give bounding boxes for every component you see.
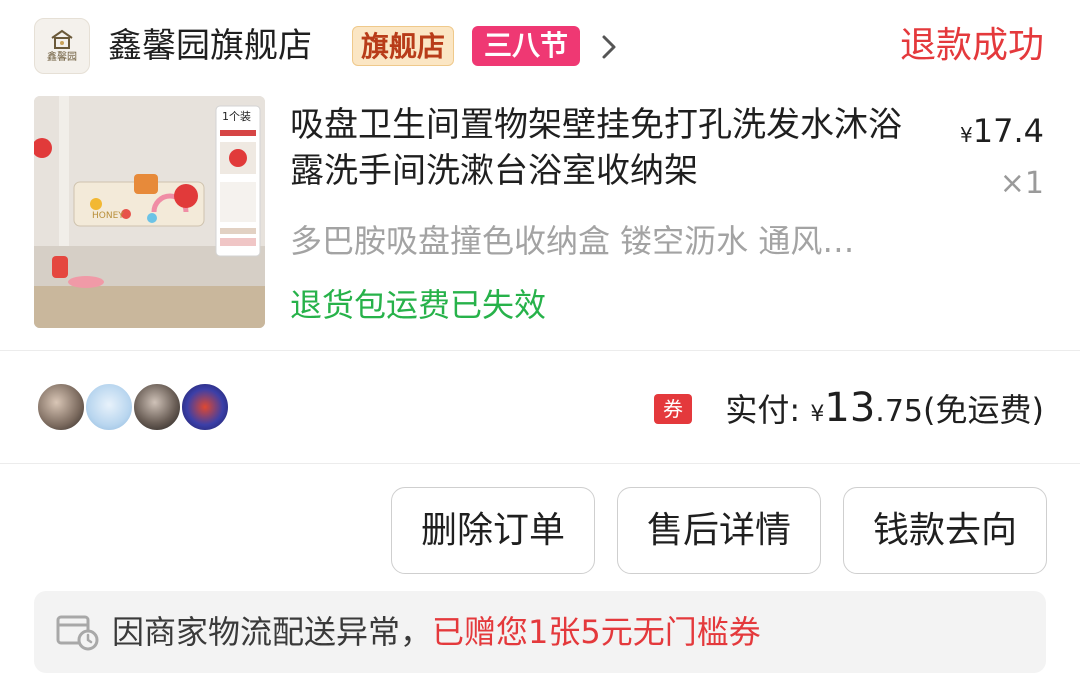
event-badge: 三八节 [472, 26, 581, 66]
return-shipping-note: 退货包运费已失效 [290, 286, 547, 324]
store-name[interactable]: 鑫馨园旗舰店 [108, 22, 312, 70]
product-photo: 1个装 HONEY [34, 96, 265, 328]
delete-order-button[interactable]: 删除订单 [391, 487, 595, 574]
avatar[interactable] [84, 382, 134, 432]
product-count-label: 1个装 [222, 110, 251, 123]
delivery-truck-clock-icon [56, 615, 99, 651]
price-value: 17.4 [972, 112, 1044, 150]
avatar[interactable] [132, 382, 182, 432]
avatar[interactable] [36, 382, 86, 432]
paid-amount: 实付: ¥13.75(免运费) [725, 384, 1044, 439]
coupon-icon: 券 [654, 394, 692, 424]
notice-reason: 因商家物流配送异常， [112, 613, 433, 651]
money-flow-button[interactable]: 钱款去向 [843, 487, 1047, 574]
product-spec: 多巴胺吸盘撞色收纳盒 镂空沥水 通风… [290, 222, 855, 260]
product-quantity: ×1 [999, 166, 1044, 201]
store-logo-text: 鑫馨园 [47, 52, 77, 63]
product-title[interactable]: 吸盘卫生间置物架壁挂免打孔洗发水沐浴露洗手间洗漱台浴室收纳架 [290, 102, 930, 194]
paid-amount-dec: .75 [875, 394, 924, 429]
product-price: ¥17.4 [960, 112, 1044, 150]
order-status: 退款成功 [899, 25, 1044, 66]
compensation-notice[interactable]: 因商家物流配送异常，已赠您1张5元无门槛券 [34, 591, 1046, 673]
paid-symbol: ¥ [810, 402, 825, 427]
store-logo[interactable]: 鑫馨园 [34, 18, 90, 74]
notice-text: 因商家物流配送异常，已赠您1张5元无门槛券 [112, 608, 761, 656]
paid-label: 实付: [725, 391, 801, 429]
shipping-note: (免运费) [923, 391, 1044, 429]
notice-coupon-highlight: 已赠您1张5元无门槛券 [432, 613, 761, 651]
product-image[interactable]: 1个装 HONEY [34, 96, 265, 328]
chevron-right-icon[interactable] [598, 34, 620, 60]
divider [0, 350, 1080, 351]
after-sale-details-button[interactable]: 售后详情 [617, 487, 821, 574]
avatar[interactable] [180, 382, 230, 432]
price-symbol: ¥ [960, 123, 973, 147]
flagship-badge: 旗舰店 [352, 26, 455, 66]
product-tag-label: HONEY [92, 211, 124, 221]
paid-amount-int: 13 [824, 385, 876, 431]
store-logo-mark-icon [51, 29, 73, 49]
divider [0, 463, 1080, 464]
